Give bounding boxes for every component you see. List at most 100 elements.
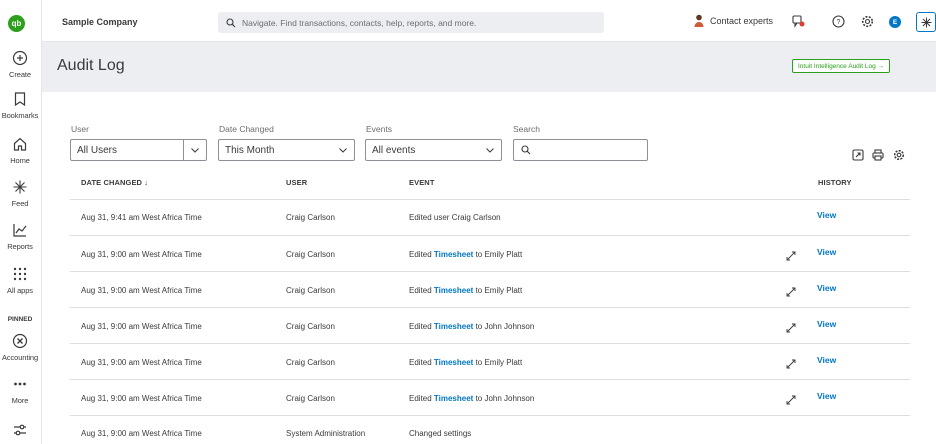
events-select[interactable]: All events — [365, 139, 502, 161]
bookmark-icon — [14, 92, 26, 107]
row-event: Edited Timesheet to Emily Platt — [409, 286, 522, 295]
timesheet-link[interactable]: Timesheet — [434, 322, 473, 331]
view-history-link[interactable]: View — [817, 210, 836, 220]
sparkle-icon — [921, 17, 931, 27]
nav-more[interactable]: More — [0, 376, 40, 405]
date-changed-value: This Month — [225, 144, 275, 156]
nav-feed[interactable]: Feed — [0, 179, 40, 208]
event-text: to John Johnson — [473, 394, 535, 403]
company-name[interactable]: Sample Company — [62, 17, 138, 27]
contact-experts-label: Contact experts — [710, 15, 774, 26]
expert-person-icon — [694, 14, 704, 27]
timesheet-link[interactable]: Timesheet — [434, 358, 473, 367]
nav-reports[interactable]: Reports — [0, 222, 40, 251]
view-history-link[interactable]: View — [817, 319, 836, 329]
view-history-link[interactable]: View — [817, 247, 836, 257]
contact-experts-button[interactable]: Contact experts — [694, 14, 773, 27]
date-changed-select[interactable]: This Month — [218, 139, 355, 161]
timesheet-link[interactable]: Timesheet — [434, 394, 473, 403]
expand-arrows-icon[interactable] — [786, 323, 796, 333]
svg-text:?: ? — [837, 19, 841, 26]
event-text: Edited — [409, 322, 434, 331]
timesheet-link[interactable]: Timesheet — [434, 250, 473, 259]
row-event: Edited Timesheet to John Johnson — [409, 322, 534, 331]
row-date: Aug 31, 9:00 am West Africa Time — [81, 286, 202, 295]
intuit-intelligence-audit-log-button[interactable]: Intuit Intelligence Audit Log → — [792, 59, 891, 73]
nav-home[interactable]: Home — [0, 136, 40, 165]
nav-customize[interactable] — [0, 422, 40, 438]
more-dots-icon — [14, 382, 26, 386]
nav-more-label: More — [11, 396, 29, 405]
nav-all-apps[interactable]: All apps — [0, 266, 40, 295]
notifications-icon[interactable] — [792, 15, 805, 28]
gear-icon[interactable] — [861, 15, 874, 28]
export-icon[interactable] — [852, 149, 864, 161]
table-row: Aug 31, 9:00 am West Africa Time Craig C… — [70, 271, 910, 307]
user-filter-label: User — [71, 124, 89, 134]
gear-icon[interactable] — [893, 149, 905, 161]
expand-arrows-icon[interactable] — [786, 359, 796, 369]
events-label: Events — [366, 124, 392, 134]
table-row: Aug 31, 9:00 am West Africa Time Craig C… — [70, 343, 910, 379]
search-icon — [521, 145, 531, 155]
row-date: Aug 31, 9:00 am West Africa Time — [81, 250, 202, 259]
page-header: Audit Log Intuit Intelligence Audit Log … — [42, 42, 936, 92]
grid-dots-icon — [13, 267, 27, 281]
row-event: Changed settings — [409, 429, 471, 438]
event-text: Edited — [409, 250, 434, 259]
events-value: All events — [372, 144, 416, 156]
row-user: Craig Carlson — [286, 213, 335, 222]
page-title: Audit Log — [57, 57, 125, 74]
nav-create-label: Create — [9, 70, 31, 79]
help-icon[interactable]: ? — [832, 15, 845, 28]
print-icon[interactable] — [872, 149, 884, 161]
column-header-date-changed[interactable]: DATE CHANGED ↓ — [81, 178, 148, 187]
column-header-event: EVENT — [409, 178, 435, 187]
search-placeholder: Navigate. Find transactions, contacts, h… — [242, 17, 477, 28]
nav-create[interactable]: Create — [0, 50, 40, 79]
nav-bookmarks[interactable]: Bookmarks — [0, 91, 40, 120]
event-text: Edited user Craig Carlson — [409, 213, 501, 222]
row-user: Craig Carlson — [286, 250, 335, 259]
row-event: Edited Timesheet to Emily Platt — [409, 358, 522, 367]
view-history-link[interactable]: View — [817, 391, 836, 401]
nav-reports-label: Reports — [7, 242, 33, 251]
event-text: to Emily Platt — [473, 286, 523, 295]
row-date: Aug 31, 9:00 am West Africa Time — [81, 358, 202, 367]
row-date: Aug 31, 9:00 am West Africa Time — [81, 394, 202, 403]
chevron-down-icon — [332, 140, 354, 160]
row-event: Edited Timesheet to Emily Platt — [409, 250, 522, 259]
accounting-icon — [12, 333, 28, 349]
table-row: Aug 31, 9:00 am West Africa Time System … — [70, 415, 910, 444]
left-nav: qb Create Bookmarks Home Feed Reports Al… — [0, 0, 42, 444]
event-text: Changed settings — [409, 429, 472, 438]
event-text: Edited — [409, 358, 434, 367]
global-search-input[interactable]: Navigate. Find transactions, contacts, h… — [218, 12, 604, 33]
expand-arrows-icon[interactable] — [786, 251, 796, 261]
column-header-history: HISTORY — [818, 178, 852, 187]
user-avatar[interactable]: E — [889, 16, 901, 28]
user-filter-value: All Users — [77, 144, 118, 156]
user-filter-select[interactable]: All Users — [70, 139, 207, 161]
timesheet-link[interactable]: Timesheet — [434, 286, 473, 295]
expand-arrows-icon[interactable] — [786, 395, 796, 405]
expand-arrows-icon[interactable] — [786, 287, 796, 297]
search-label: Search — [513, 124, 540, 134]
table-row: Aug 31, 9:00 am West Africa Time Craig C… — [70, 307, 910, 343]
row-user: Craig Carlson — [286, 394, 335, 403]
audit-search-input[interactable] — [513, 139, 648, 161]
nav-accounting[interactable]: Accounting — [0, 333, 40, 362]
nav-bookmarks-label: Bookmarks — [1, 111, 39, 120]
view-history-link[interactable]: View — [817, 283, 836, 293]
event-text: Edited — [409, 286, 434, 295]
row-event: Edited user Craig Carlson — [409, 213, 501, 222]
chart-line-icon — [13, 224, 27, 237]
nav-home-label: Home — [10, 156, 30, 165]
nav-accounting-label: Accounting — [1, 353, 39, 362]
nav-all-apps-label: All apps — [7, 286, 33, 295]
row-user: Craig Carlson — [286, 322, 335, 331]
quickbooks-logo[interactable]: qb — [8, 15, 25, 32]
row-date: Aug 31, 9:41 am West Africa Time — [81, 213, 202, 222]
ai-assist-button[interactable] — [916, 12, 936, 32]
view-history-link[interactable]: View — [817, 355, 836, 365]
